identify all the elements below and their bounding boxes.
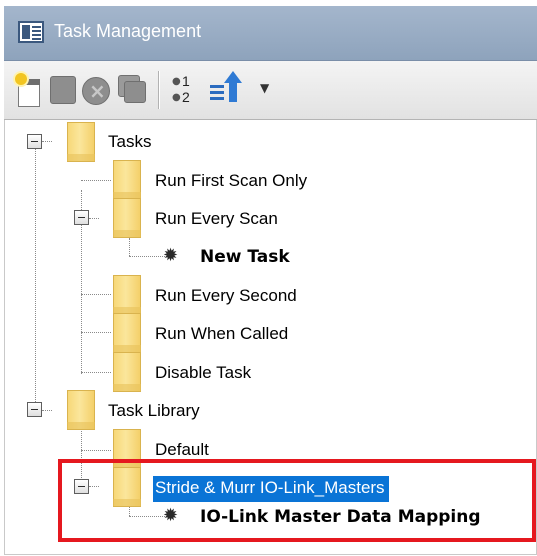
collapse-run-every-scan-toggle[interactable]: [74, 210, 89, 225]
gear-icon: ✹: [163, 245, 179, 266]
highlight-box: [58, 459, 536, 542]
new-task-icon[interactable]: [15, 73, 42, 107]
copy-icon[interactable]: [118, 75, 148, 105]
tree-line: [35, 148, 36, 410]
tree-item-run-every-second[interactable]: Run Every Second: [155, 286, 297, 306]
tree-line: [81, 450, 111, 451]
delete-icon[interactable]: [82, 77, 110, 105]
stop-icon[interactable]: [50, 76, 76, 104]
toolbar-separator: [158, 71, 159, 109]
task-tree: Tasks Run First Scan Only Run Every Scan…: [4, 120, 537, 555]
tree-line: [129, 238, 130, 256]
tree-item-default[interactable]: Default: [155, 440, 209, 460]
execution-order-icon[interactable]: ● ● 1 2: [170, 71, 200, 105]
window-title: Task Management: [54, 21, 202, 41]
window-icon: [18, 21, 44, 43]
tree-line: [81, 332, 111, 333]
folder-icon: [113, 352, 141, 392]
tree-item-tasks[interactable]: Tasks: [108, 132, 151, 152]
task-management-panel: Task Management ●● 1 2 ▼: [0, 0, 537, 556]
tree-item-run-first-scan-only[interactable]: Run First Scan Only: [155, 171, 307, 191]
tree-line: [81, 294, 111, 295]
folder-icon: [67, 390, 95, 430]
folder-icon: [113, 160, 141, 200]
folder-icon: [113, 198, 141, 238]
tree-line: [81, 180, 111, 181]
collapse-tasks-toggle[interactable]: [27, 134, 42, 149]
tree-line: [42, 141, 52, 142]
collapse-task-library-toggle[interactable]: [27, 402, 42, 417]
dropdown-arrow-icon[interactable]: ▼: [260, 81, 269, 95]
tree-line: [89, 218, 99, 219]
tree-line: [42, 410, 52, 411]
tree-item-run-every-scan[interactable]: Run Every Scan: [155, 209, 278, 229]
folder-icon: [67, 122, 95, 162]
tree-item-new-task[interactable]: New Task: [200, 247, 290, 267]
tree-line: [81, 372, 111, 373]
toolbar: ●● 1 2 ▼: [4, 61, 537, 120]
tree-item-run-when-called[interactable]: Run When Called: [155, 324, 288, 344]
title-bar: Task Management: [4, 6, 537, 61]
sort-icon[interactable]: [210, 71, 246, 107]
tree-item-task-library[interactable]: Task Library: [108, 401, 200, 421]
tree-item-disable-task[interactable]: Disable Task: [155, 363, 251, 383]
folder-icon: [113, 313, 141, 353]
folder-icon: [113, 275, 141, 315]
